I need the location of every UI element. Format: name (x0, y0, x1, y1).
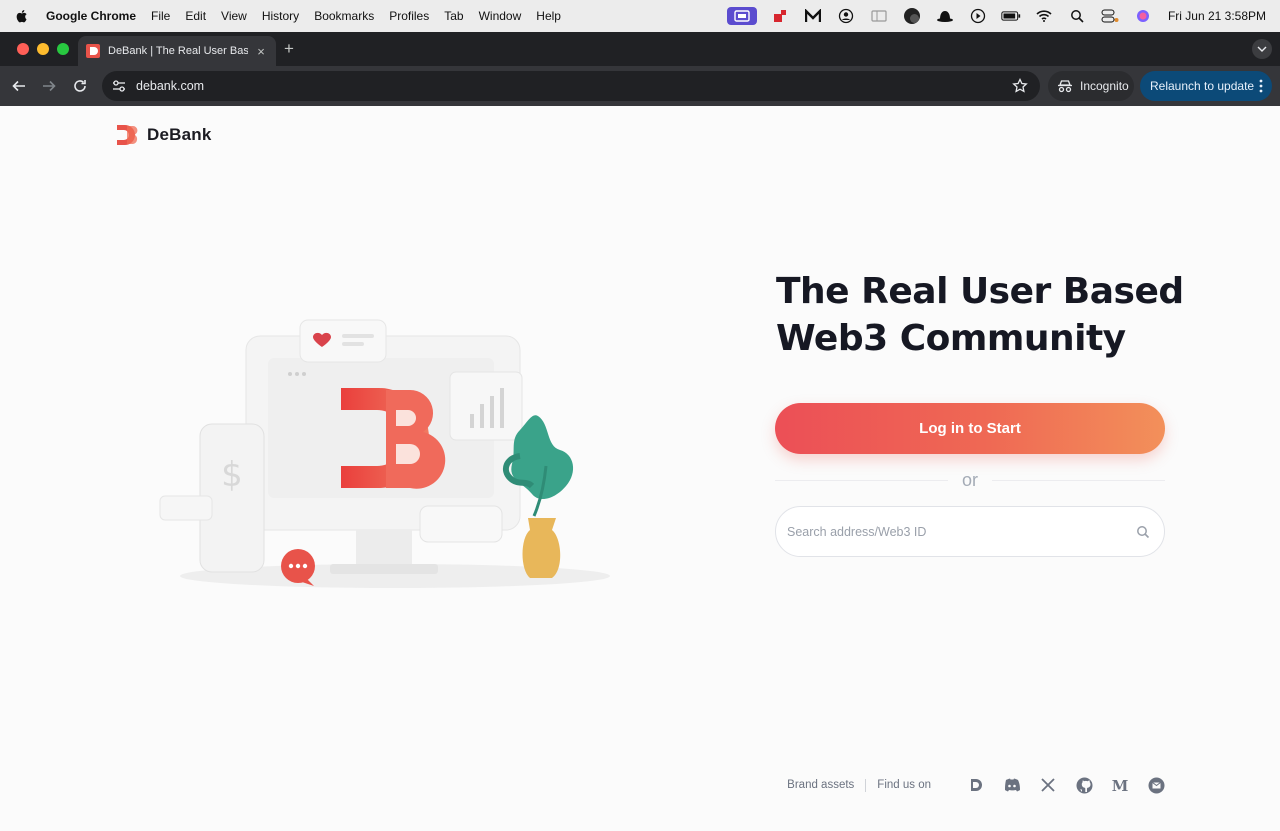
logo-text: DeBank (147, 125, 212, 144)
close-window-button[interactable] (17, 43, 29, 55)
debank-logo-icon (117, 125, 138, 145)
browser-tab-debank[interactable]: DeBank | The Real User Based × (78, 36, 276, 66)
url-text[interactable]: debank.com (136, 79, 204, 93)
bowler-hat-icon[interactable] (935, 7, 955, 25)
svg-text:M: M (1112, 778, 1129, 792)
red-app-icon[interactable] (770, 7, 790, 25)
hero-title: The Real User Based Web3 Community (776, 268, 1196, 362)
search-input[interactable] (787, 524, 1136, 539)
or-divider: or (775, 466, 1166, 494)
github-icon[interactable] (1075, 776, 1093, 794)
login-to-start-button[interactable]: Log in to Start (775, 403, 1165, 454)
divider-line-left (775, 479, 948, 481)
menu-bookmarks[interactable]: Bookmarks (314, 9, 374, 23)
relaunch-to-update-button[interactable]: Relaunch to update (1140, 71, 1272, 101)
page-footer: Brand assets Find us on M (787, 776, 1165, 794)
zoom-window-button[interactable] (57, 43, 69, 55)
browser-chrome: DeBank | The Real User Based × + debank.… (0, 32, 1280, 106)
m-app-icon[interactable] (803, 7, 823, 25)
incognito-label: Incognito (1080, 79, 1129, 93)
close-tab-icon[interactable]: × (254, 44, 268, 59)
left-chat-bubble (159, 495, 213, 521)
debank-logo[interactable]: DeBank (115, 123, 212, 147)
wifi-icon[interactable] (1034, 7, 1054, 25)
menubar-clock[interactable]: Fri Jun 21 3:58PM (1168, 9, 1266, 23)
tab-search-chevron-icon[interactable] (1252, 39, 1272, 59)
tab-strip: DeBank | The Real User Based × + (0, 32, 1280, 66)
medium-icon[interactable]: M (1111, 776, 1129, 794)
browser-toolbar: debank.com Incognito Relaunch to update (0, 66, 1280, 106)
right-chat-bubble (419, 505, 503, 543)
dollar-sign: $ (221, 455, 243, 495)
debank-favicon-icon (86, 44, 100, 58)
battery-icon[interactable] (1001, 7, 1021, 25)
menu-tab[interactable]: Tab (444, 9, 463, 23)
back-arrow-icon[interactable] (9, 76, 29, 96)
macos-menu-bar: Google Chrome File Edit View History Boo… (0, 0, 1280, 32)
x-icon[interactable] (1039, 776, 1057, 794)
spotlight-search-icon[interactable] (1067, 7, 1087, 25)
more-vertical-icon[interactable] (1259, 79, 1263, 93)
debank-icon[interactable] (967, 776, 985, 794)
incognito-icon (1058, 80, 1072, 93)
address-bar[interactable]: debank.com (102, 71, 1040, 101)
site-info-icon[interactable] (112, 79, 126, 93)
bookmark-star-icon[interactable] (1012, 77, 1028, 97)
hero-illustration: $ (159, 319, 610, 588)
control-center-icon[interactable] (1100, 7, 1120, 25)
menu-window[interactable]: Window (479, 9, 522, 23)
discord-icon[interactable] (1003, 776, 1021, 794)
menu-app-name[interactable]: Google Chrome (46, 9, 136, 23)
relaunch-label: Relaunch to update (1150, 79, 1255, 93)
menu-help[interactable]: Help (536, 9, 561, 23)
address-search-box[interactable] (775, 506, 1165, 557)
new-tab-button[interactable]: + (284, 39, 294, 59)
brand-assets-link[interactable]: Brand assets (787, 779, 854, 791)
play-circle-icon[interactable] (968, 7, 988, 25)
search-icon[interactable] (1136, 525, 1150, 539)
minimize-window-button[interactable] (37, 43, 49, 55)
incognito-chip[interactable]: Incognito (1048, 71, 1134, 101)
forward-arrow-icon[interactable] (39, 76, 59, 96)
hero-title-line1: The Real User Based (776, 271, 1184, 312)
or-text: or (962, 469, 979, 490)
bar-chart-card (449, 371, 523, 441)
menu-file[interactable]: File (151, 9, 170, 23)
footer-separator (865, 778, 867, 792)
hero-title-line2: Web3 Community (776, 318, 1126, 359)
siri-icon[interactable] (1133, 7, 1153, 25)
divider-line-right (992, 479, 1166, 481)
menu-edit[interactable]: Edit (185, 9, 206, 23)
tab-title: DeBank | The Real User Based (108, 45, 248, 57)
badge-app-icon[interactable] (902, 7, 922, 25)
reload-icon[interactable] (70, 76, 90, 96)
user-circle-icon[interactable] (836, 7, 856, 25)
debank-landing-page: DeBank $ The Real User Based Web3 Commun… (0, 106, 1280, 831)
window-grid-icon[interactable] (869, 7, 889, 25)
menu-view[interactable]: View (221, 9, 247, 23)
email-icon[interactable] (1147, 776, 1165, 794)
apple-icon[interactable] (14, 8, 30, 24)
window-controls (17, 43, 69, 55)
status-tray: Fri Jun 21 3:58PM (726, 0, 1266, 32)
find-us-on-label: Find us on (877, 779, 931, 791)
screen-share-icon[interactable] (726, 7, 757, 25)
menu-history[interactable]: History (262, 9, 299, 23)
menu-profiles[interactable]: Profiles (389, 9, 429, 23)
